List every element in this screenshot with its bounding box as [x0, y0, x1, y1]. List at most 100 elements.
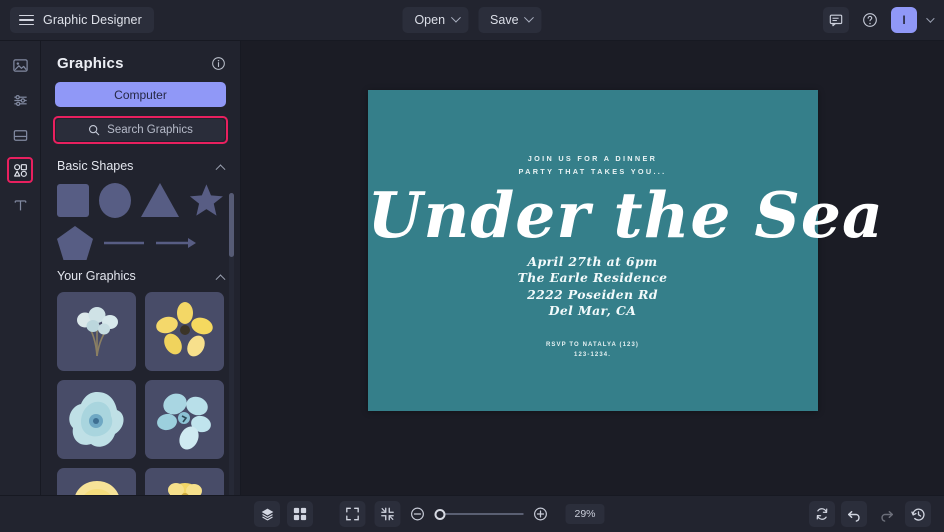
fit-to-screen-icon	[381, 507, 394, 521]
graphic-thumbnail[interactable]	[145, 380, 224, 459]
zoom-in-button[interactable]	[532, 506, 548, 522]
shapes-grid-icon	[13, 163, 27, 177]
computer-upload-button[interactable]: Computer	[55, 82, 226, 107]
yellow-five-petal-flower-icon	[155, 301, 213, 356]
graphic-thumbnail[interactable]	[145, 468, 224, 495]
history-button[interactable]	[905, 501, 931, 527]
zoom-slider-handle[interactable]	[434, 508, 446, 520]
open-menu-button[interactable]: Open	[402, 7, 469, 33]
shape-circle[interactable]	[99, 182, 132, 218]
detail-line-2: The Earle Residence	[517, 270, 668, 285]
canvas-rsvp-block: RSVP TO NATALYA (123) 123-1234.	[368, 340, 818, 360]
sidebar-item-layout-tool[interactable]	[7, 122, 33, 148]
shape-square[interactable]	[57, 183, 90, 217]
save-label: Save	[490, 13, 519, 27]
eyebrow-line-2: PARTY THAT TAKES YOU...	[518, 166, 667, 176]
detail-line-1: April 27th at 6pm	[527, 253, 658, 269]
info-circle-icon[interactable]	[211, 56, 226, 71]
comment-icon	[829, 14, 843, 27]
shape-line[interactable]	[103, 236, 145, 250]
grid-view-button[interactable]	[287, 501, 313, 527]
section-title: Your Graphics	[57, 269, 136, 283]
grid-icon	[293, 507, 307, 521]
section-title: Basic Shapes	[57, 159, 134, 173]
comment-button[interactable]	[823, 7, 849, 33]
rsvp-line-2: 123-1234.	[574, 351, 611, 358]
history-icon	[910, 508, 925, 521]
undo-button[interactable]	[841, 501, 867, 527]
sidebar-item-image-tool[interactable]	[7, 52, 33, 78]
redo-button[interactable]	[873, 501, 899, 527]
search-placeholder: Search Graphics	[107, 124, 193, 136]
yellow-buttercup-with-leaves-icon	[167, 482, 202, 495]
chevron-up-icon	[215, 163, 226, 174]
sidebar-item-adjustments-tool[interactable]	[7, 87, 33, 113]
canvas-details-block: April 27th at 6pm The Earle Residence 22…	[368, 254, 818, 320]
zoom-slider-track[interactable]	[445, 513, 524, 515]
app-body: Graphics Computer Search Graphics Basic …	[0, 41, 944, 495]
search-graphics-input[interactable]: Search Graphics	[56, 119, 225, 141]
top-toolbar: Graphic Designer Open Save I	[0, 0, 944, 41]
section-header-your-graphics[interactable]: Your Graphics	[41, 266, 240, 290]
shape-triangle[interactable]	[141, 183, 180, 217]
eyebrow-line-1: JOIN US FOR A DINNER	[527, 153, 658, 163]
app-menu-button[interactable]: Graphic Designer	[10, 7, 154, 33]
chevron-down-icon	[524, 12, 534, 23]
fullscreen-button[interactable]	[339, 501, 366, 527]
zoom-level-value[interactable]: 29%	[565, 504, 605, 524]
basic-shapes-row-2	[41, 224, 240, 266]
zoom-slider[interactable]	[434, 508, 524, 520]
panel-title: Graphics	[57, 55, 124, 72]
help-button[interactable]	[857, 7, 883, 33]
your-graphics-grid	[41, 290, 240, 495]
hamburger-icon	[19, 14, 34, 26]
chevron-up-icon	[215, 273, 226, 284]
sync-button[interactable]	[809, 501, 835, 527]
user-avatar[interactable]: I	[891, 7, 917, 33]
canvas-eyebrow-text: JOIN US FOR A DINNER PARTY THAT TAKES YO…	[368, 152, 818, 178]
shape-star[interactable]	[189, 182, 224, 218]
basic-shapes-row-1	[41, 180, 240, 224]
bottombar-left-group	[0, 501, 313, 527]
toolbar-right-group: I	[823, 7, 944, 33]
redo-icon	[880, 510, 893, 522]
pale-blue-blossom-icon	[68, 391, 124, 447]
canvas-headline: Under the Sea	[367, 177, 884, 252]
detail-line-3: 2222 Poseiden Rd	[527, 286, 658, 302]
yellow-rose-icon	[74, 480, 119, 495]
sidebar-item-text-tool[interactable]	[7, 192, 33, 218]
avatar-initial: I	[902, 13, 906, 27]
shape-pentagon[interactable]	[57, 226, 93, 260]
sync-icon	[816, 508, 828, 520]
search-icon	[89, 124, 100, 136]
chevron-down-icon	[450, 12, 461, 23]
canvas-workspace[interactable]: JOIN US FOR A DINNER PARTY THAT TAKES YO…	[241, 41, 944, 495]
text-T-icon	[14, 199, 26, 210]
app-title: Graphic Designer	[43, 13, 142, 27]
account-chevron-down-icon[interactable]	[926, 14, 935, 23]
graphic-thumbnail[interactable]	[57, 468, 136, 495]
layout-icon	[13, 129, 27, 141]
graphic-thumbnail[interactable]	[57, 380, 136, 459]
zoom-out-button[interactable]	[409, 506, 425, 522]
panel-scrollbar-thumb[interactable]	[229, 193, 234, 257]
sidebar-item-shapes-tool[interactable]	[7, 157, 33, 183]
help-circle-icon	[863, 13, 877, 27]
save-menu-button[interactable]: Save	[478, 7, 542, 33]
graphic-thumbnail[interactable]	[57, 292, 136, 371]
graphic-thumbnail[interactable]	[145, 292, 224, 371]
tool-rail	[0, 41, 41, 495]
shape-arrow[interactable]	[155, 236, 197, 250]
layers-icon	[261, 508, 273, 520]
open-label: Open	[414, 13, 446, 27]
layers-button[interactable]	[254, 501, 280, 527]
toolbar-center-group: Open Save	[402, 7, 542, 33]
design-canvas[interactable]: JOIN US FOR A DINNER PARTY THAT TAKES YO…	[367, 89, 884, 411]
sliders-icon	[13, 94, 27, 106]
blue-berry-sprig-icon	[76, 306, 118, 356]
panel-scrollbar[interactable]	[229, 193, 234, 495]
fullscreen-icon	[346, 507, 359, 521]
app-root: Graphic Designer Open Save I Graphics Co…	[0, 0, 944, 532]
section-header-basic-shapes[interactable]: Basic Shapes	[41, 156, 240, 180]
fit-to-screen-button[interactable]	[374, 501, 401, 527]
